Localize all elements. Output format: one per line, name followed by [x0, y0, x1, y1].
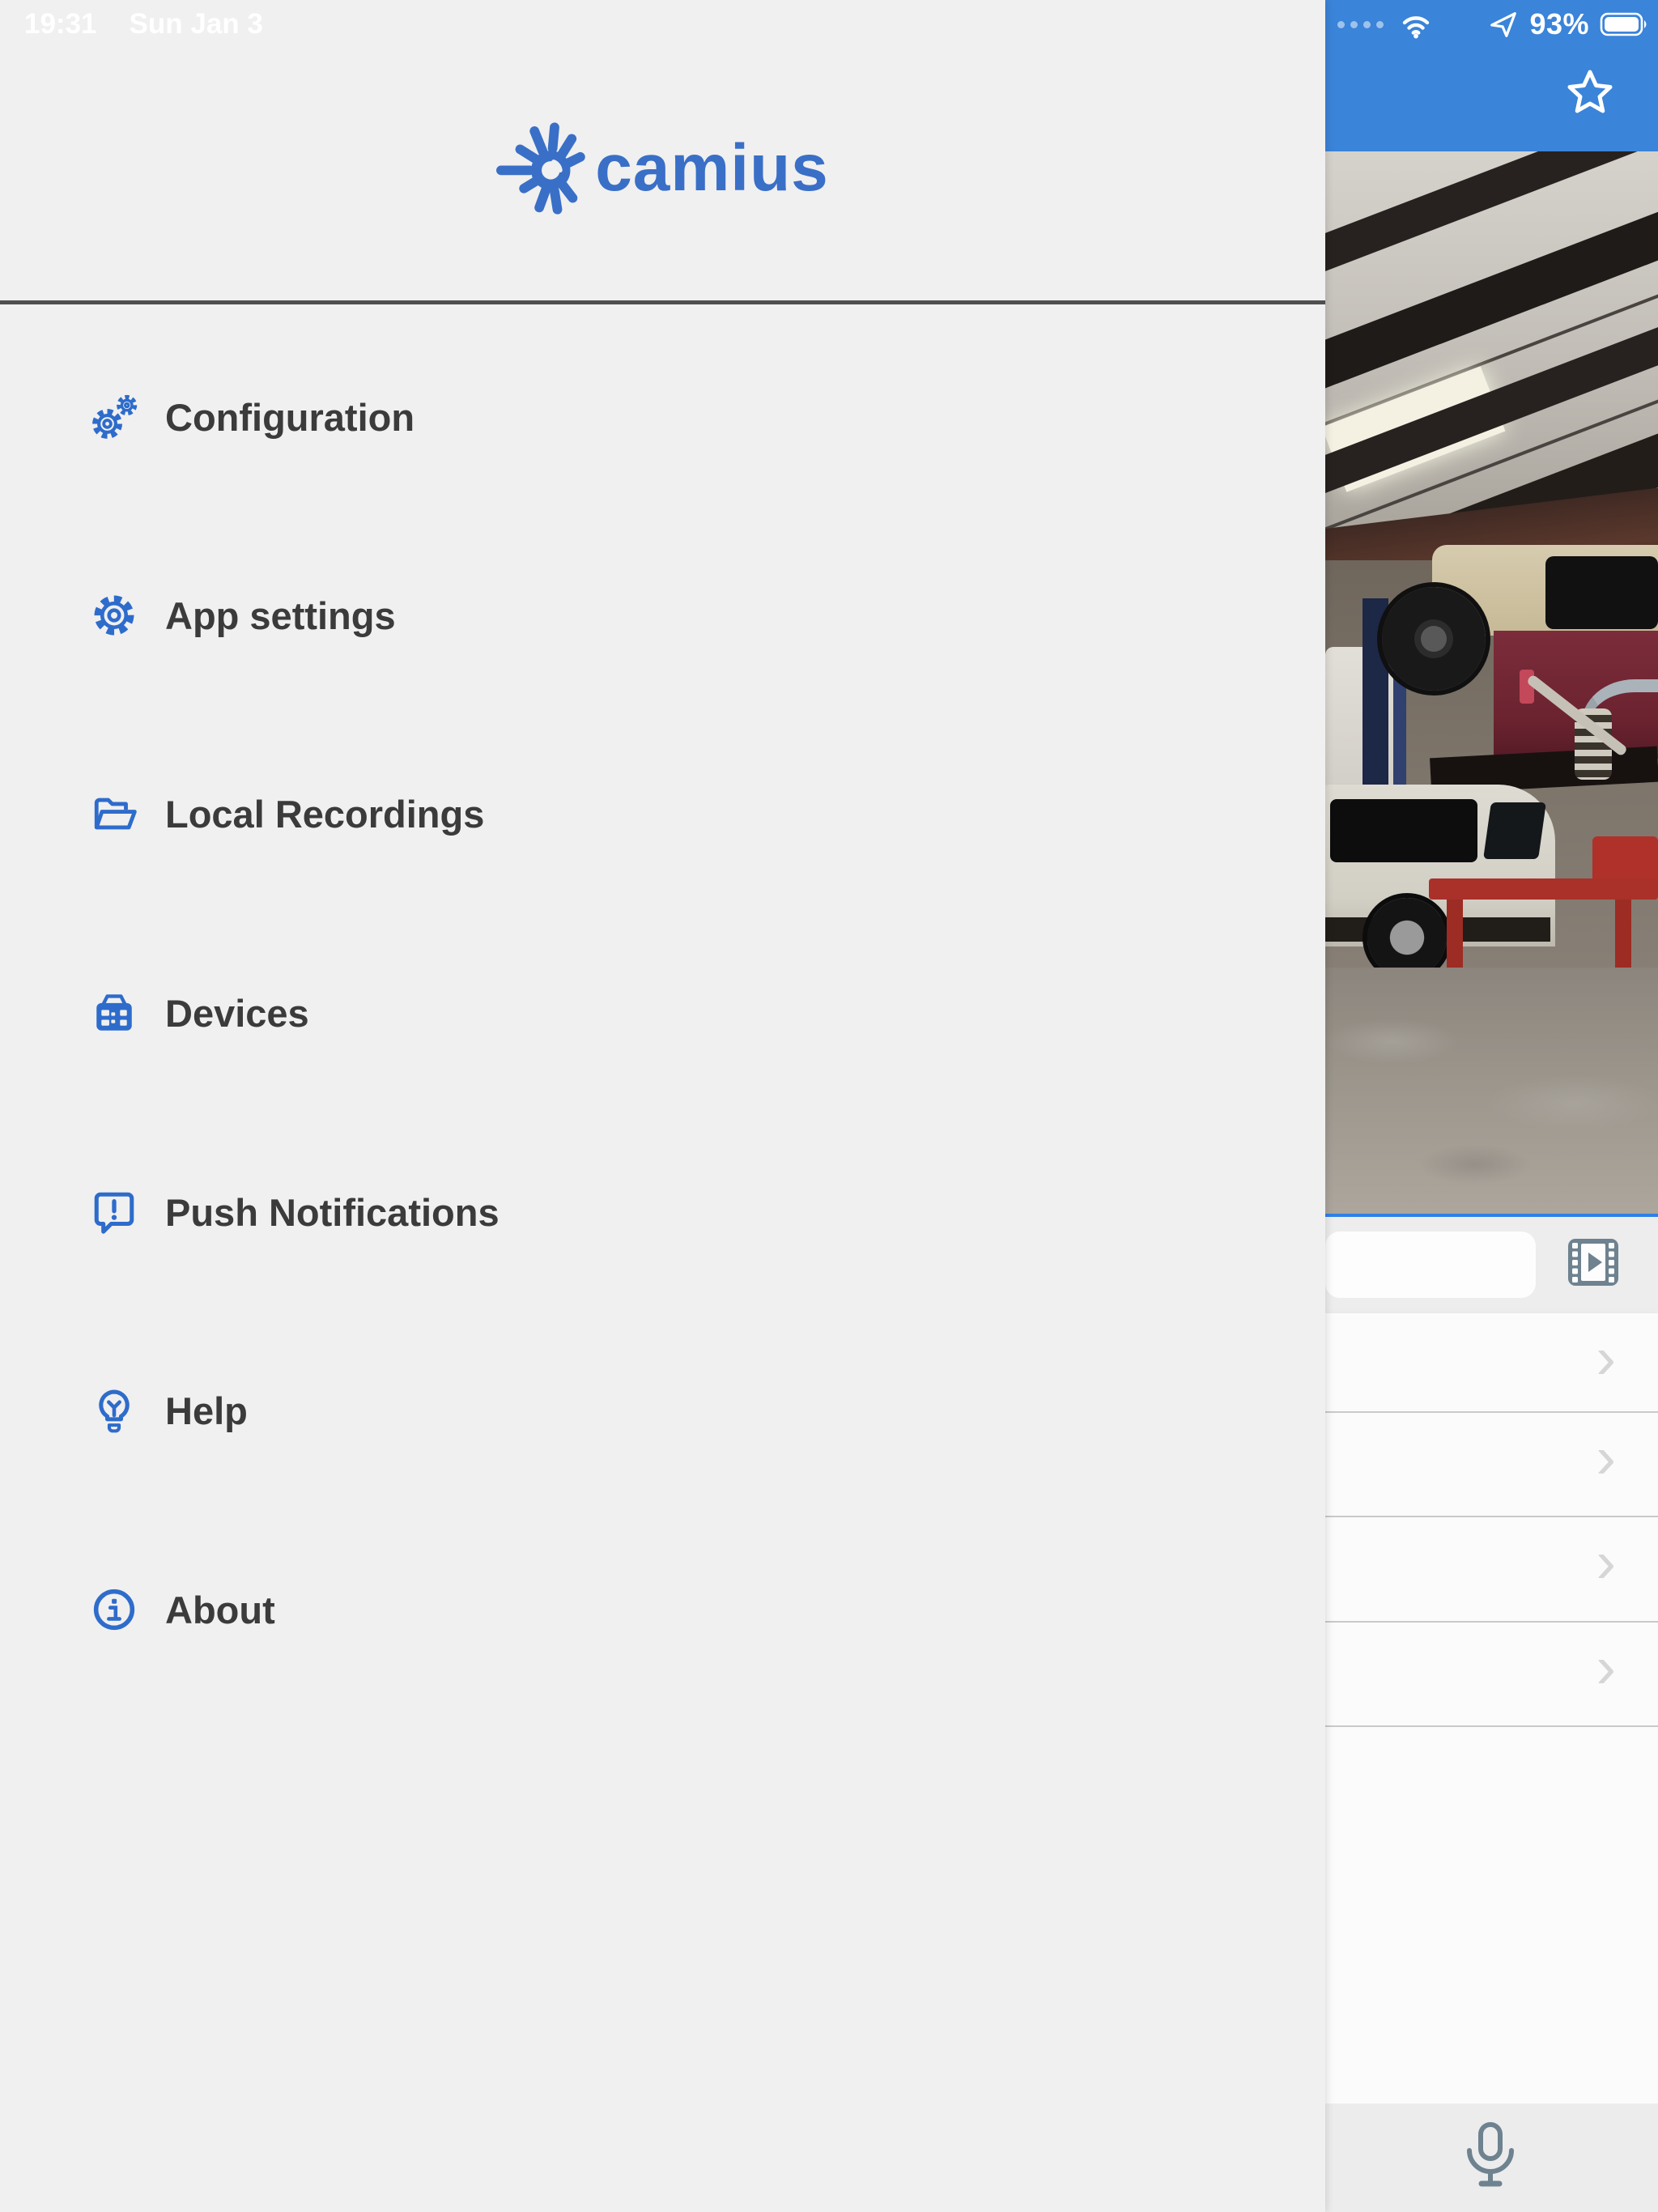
main-content-panel: 93%	[1322, 0, 1658, 2212]
menu-item-local-recordings[interactable]: Local Recordings	[0, 768, 1325, 859]
chevron-right-icon: ›	[1596, 1328, 1616, 1388]
do-not-disturb-moon-icon	[1445, 8, 1477, 40]
menu-label: Configuration	[165, 395, 414, 440]
microphone-icon[interactable]	[1460, 2121, 1521, 2193]
camera-live-view[interactable]	[1322, 151, 1658, 1217]
side-menu-drawer: camius Configuration	[0, 0, 1325, 2212]
concrete-floor	[1325, 968, 1658, 1214]
app-header: 93%	[1322, 0, 1658, 151]
camius-starburst-icon	[496, 119, 592, 218]
red-work-table	[1429, 878, 1658, 900]
status-bar-left: 19:31 Sun Jan 3	[24, 6, 263, 42]
channel-list: › › › ›	[1322, 1313, 1658, 2104]
menu-label: Push Notifications	[165, 1190, 500, 1235]
battery-icon	[1600, 11, 1650, 37]
menu-label: App settings	[165, 593, 396, 638]
camius-logo: camius	[0, 104, 1325, 233]
menu-item-about[interactable]: About	[0, 1564, 1325, 1655]
menu-label: Local Recordings	[165, 792, 484, 836]
list-item[interactable]: ›	[1322, 1313, 1658, 1411]
cellular-signal-icon	[1337, 21, 1384, 28]
chevron-right-icon: ›	[1596, 1427, 1616, 1487]
light-bulb-icon	[91, 1387, 138, 1434]
status-date: Sun Jan 3	[130, 8, 263, 40]
menu-label: Help	[165, 1389, 248, 1433]
search-input[interactable]	[1325, 1231, 1536, 1298]
logo-wordmark: camius	[595, 130, 829, 206]
divider	[0, 300, 1325, 304]
menu-label: About	[165, 1588, 275, 1632]
open-folder-icon	[91, 790, 138, 837]
film-clip-icon[interactable]	[1567, 1237, 1620, 1287]
chevron-right-icon: ›	[1596, 1532, 1616, 1592]
menu-item-app-settings[interactable]: App settings	[0, 570, 1325, 661]
wifi-icon	[1397, 8, 1435, 40]
favorite-star-icon[interactable]	[1564, 66, 1616, 118]
clock-time: 19:31	[24, 8, 97, 40]
status-bar-right: 93%	[1337, 6, 1650, 42]
chevron-right-icon: ›	[1596, 1637, 1616, 1697]
list-item[interactable]: ›	[1322, 1413, 1658, 1511]
menu-item-help[interactable]: Help	[0, 1365, 1325, 1456]
menu-item-devices[interactable]: Devices	[0, 968, 1325, 1058]
list-item[interactable]: ›	[1322, 1623, 1658, 1721]
row-divider	[1322, 1725, 1658, 1727]
recorder-device-icon	[91, 989, 138, 1036]
location-arrow-icon	[1488, 9, 1519, 40]
alert-bubble-icon	[91, 1189, 138, 1236]
camius-app-screen: 93%	[0, 0, 1658, 2212]
gear-icon	[91, 592, 138, 639]
menu-label: Devices	[165, 991, 309, 1036]
menu-item-push-notifications[interactable]: Push Notifications	[0, 1167, 1325, 1257]
info-circle-icon	[91, 1586, 138, 1633]
list-item[interactable]: ›	[1322, 1517, 1658, 1615]
gears-icon	[91, 393, 138, 440]
battery-percent: 93%	[1529, 7, 1589, 41]
bottom-toolbar	[1322, 2104, 1658, 2212]
menu-item-configuration[interactable]: Configuration	[0, 372, 1325, 462]
